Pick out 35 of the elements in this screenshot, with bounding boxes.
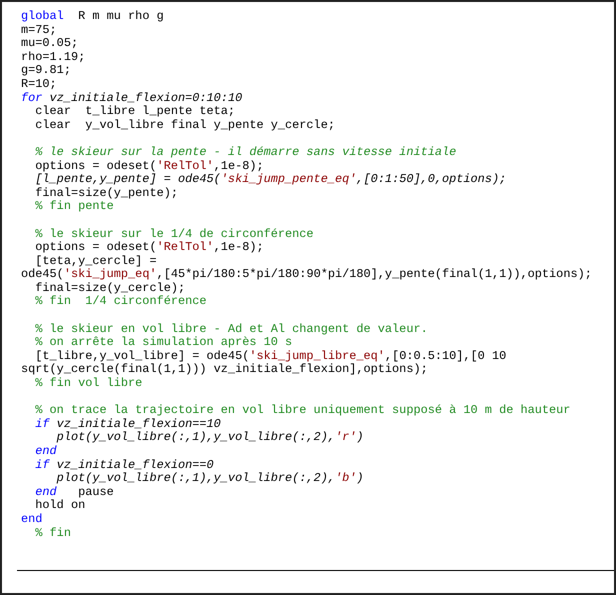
- code-line: rho=1.19;: [21, 50, 86, 64]
- code-line: sqrt(y_cercle(final(1,1))) vz_initiale_flexion],options);: [21, 363, 428, 377]
- code-line: % on trace la trajectoire en vol libre uniquement supposé à 10 m de hauteur: [34, 404, 570, 418]
- code-line: % le skieur sur le 1/4 de circonférence: [34, 228, 314, 241]
- code-line: end: [21, 512, 42, 527]
- code-line: if vz_initiale_flexion==0: [34, 458, 214, 472]
- code-line: final=size(y_cercle);: [34, 282, 186, 295]
- code-line: options = odeset('RelTol',1e-8);: [34, 160, 264, 173]
- code-line: options = odeset('RelTol',1e-8);: [34, 241, 264, 255]
- code-line: % le skieur en vol libre - Ad et Al changent de valeur.: [34, 322, 428, 336]
- code-line: g=9.81;: [21, 64, 71, 78]
- code-line: [teta,y_cercle] =: [34, 254, 157, 268]
- code-line: % fin 1/4 circonférence: [34, 295, 207, 310]
- code-line: hold on: [34, 499, 86, 513]
- code-line: ode45('ski_jump_eq',[45*pi/180:5*pi/180:90*pi/180],y_pente(final(1,1)),options);: [21, 268, 592, 282]
- code-line: % fin: [34, 526, 71, 540]
- code-line: global R m mu rho g: [21, 10, 164, 24]
- code-line: % on arrête la simulation après 10 s: [34, 336, 292, 350]
- code-line: end pause: [34, 486, 114, 499]
- code-line: if vz_initiale_flexion==10: [34, 418, 221, 431]
- code-line: end: [34, 445, 57, 459]
- code-line: m=75;: [21, 24, 57, 38]
- code-line: [t_libre,y_vol_libre] = ode45('ski_jump_libre_eq',[0:0.5:10],[0 10: [34, 350, 506, 363]
- code-line: for vz_initiale_flexion=0:10:10: [21, 92, 242, 105]
- code-line: mu=0.05;: [21, 37, 78, 51]
- code-line: % le skieur sur la pente - il démarre sans vitesse initiale: [34, 146, 456, 160]
- code-line: % fin vol libre: [34, 377, 142, 391]
- code-line: plot(y_vol_libre(:,1),y_vol_libre(:,2),'r'): [56, 431, 364, 445]
- code-line: clear y_vol_libre final y_pente y_cercle;: [34, 118, 335, 132]
- code-line: clear t_libre l_pente teta;: [34, 105, 236, 119]
- code-line: [l_pente,y_pente] = ode45('ski_jump_pente_eq',[0:1:50],0,options);: [34, 173, 506, 187]
- code-line: final=size(y_pente);: [34, 186, 178, 200]
- code-line: R=10;: [21, 78, 57, 92]
- code-line: % fin pente: [34, 200, 114, 214]
- code-line: plot(y_vol_libre(:,1),y_vol_libre(:,2),'b'): [56, 472, 364, 486]
